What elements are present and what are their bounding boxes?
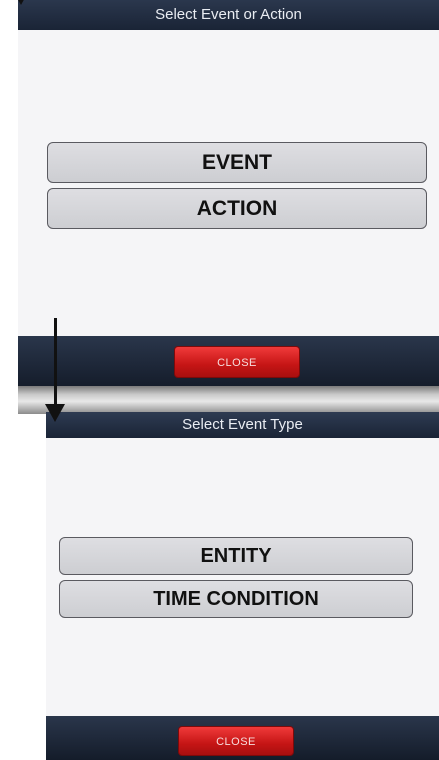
close-button[interactable]: CLOSE: [178, 726, 294, 756]
dialog-title: Select Event Type: [46, 412, 439, 438]
down-arrow-icon: [16, 0, 26, 5]
panel-divider: [18, 386, 439, 414]
event-button[interactable]: EVENT: [47, 142, 427, 183]
dialog-footer: CLOSE: [46, 716, 439, 760]
action-button[interactable]: ACTION: [47, 188, 427, 229]
dialog-footer: CLOSE: [18, 336, 439, 388]
dialog-title: Select Event or Action: [18, 0, 439, 30]
time-condition-button[interactable]: TIME CONDITION: [59, 580, 413, 618]
arrow-shaft: [54, 318, 57, 410]
event-type-dialog: Select Event Type ENTITY TIME CONDITION …: [46, 412, 439, 760]
down-arrow-icon: [45, 404, 65, 422]
event-or-action-dialog: Select Event or Action EVENT ACTION CLOS…: [18, 0, 439, 388]
entity-button[interactable]: ENTITY: [59, 537, 413, 575]
close-button[interactable]: CLOSE: [174, 346, 300, 378]
